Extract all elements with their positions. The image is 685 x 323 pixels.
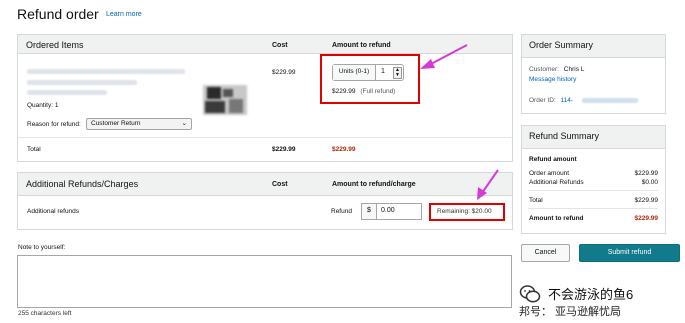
watermark-author: 不会游泳的鱼6: [548, 287, 634, 302]
ordered-items-title: Ordered Items: [26, 40, 84, 50]
customer-label: Customer:: [529, 66, 559, 73]
order-amount-label: Order amount: [529, 170, 570, 177]
reason-select-value: Customer Return: [91, 120, 141, 127]
annotation-arrow-icon-2: [477, 169, 499, 200]
additional-refunds-title: Additional Refunds/Charges: [26, 179, 139, 189]
additional-refunds-sum-value: $0.00: [641, 179, 658, 186]
learn-more-link[interactable]: Learn more: [106, 11, 142, 18]
order-id-value[interactable]: 114-: [561, 97, 574, 104]
cost-column-header: Cost: [272, 42, 288, 49]
annotation-arrow-icon: [420, 44, 468, 69]
total-refund: $229.99: [332, 146, 356, 153]
additional-refund-input[interactable]: 0.00: [376, 203, 422, 220]
product-title-blurred: [27, 69, 185, 74]
additional-amount-header: Amount to refund/charge: [332, 181, 416, 188]
cancel-button[interactable]: Cancel: [521, 244, 570, 262]
order-amount-value: $229.99: [634, 170, 659, 177]
amount-to-refund-value: $229.99: [634, 215, 659, 222]
ordered-items-divider: [18, 137, 511, 138]
reason-select[interactable]: Customer Return ⌄: [86, 118, 192, 130]
total-label: Total: [27, 146, 41, 153]
order-id-label: Order ID:: [529, 97, 556, 104]
page-title: Refund order: [17, 6, 99, 22]
customer-row: Customer: Chris L: [529, 66, 584, 73]
order-summary-title: Order Summary: [529, 40, 594, 50]
note-textarea[interactable]: [17, 255, 512, 308]
characters-left: 255 characters left: [18, 310, 72, 317]
refund-summary-divider-1: [528, 190, 658, 191]
submit-refund-button[interactable]: Submit refund: [579, 244, 680, 262]
product-detail-blurred: [27, 80, 137, 85]
amount-column-header: Amount to refund: [332, 42, 391, 49]
summary-total-label: Total: [529, 197, 543, 204]
refund-summary-divider-2: [528, 208, 658, 209]
item-cost: $229.99: [272, 69, 296, 76]
chevron-down-icon: ⌄: [181, 120, 187, 127]
additional-refunds-label: Additional refunds: [27, 208, 80, 215]
refund-field-label: Refund: [331, 208, 352, 215]
amount-to-refund-label: Amount to refund: [529, 215, 584, 222]
wechat-logo-icon: [519, 285, 541, 303]
units-annotation-box: [320, 54, 420, 104]
refund-amount-title: Refund amount: [529, 156, 577, 163]
order-id-blurred: [582, 98, 638, 103]
additional-cost-header: Cost: [272, 181, 288, 188]
order-id-row: Order ID: 114-: [529, 97, 573, 104]
product-sku-blurred: [27, 90, 107, 95]
product-image: [203, 85, 247, 115]
currency-prefix: $: [361, 203, 377, 220]
remaining-annotation-box: [429, 203, 505, 221]
watermark-account: 邦号： 亚马逊解忧局: [519, 306, 622, 318]
note-label: Note to yourself:: [18, 244, 66, 251]
summary-total-value: $229.99: [634, 197, 659, 204]
quantity-label: Quantity: 1: [27, 102, 59, 109]
message-history-link[interactable]: Message history: [529, 76, 576, 83]
additional-refunds-sum-label: Additional Refunds: [529, 179, 584, 186]
total-cost: $229.99: [272, 146, 296, 153]
reason-label: Reason for refund:: [27, 121, 81, 128]
refund-summary-title: Refund Summary: [529, 131, 600, 141]
customer-name: Chris L: [563, 66, 585, 73]
